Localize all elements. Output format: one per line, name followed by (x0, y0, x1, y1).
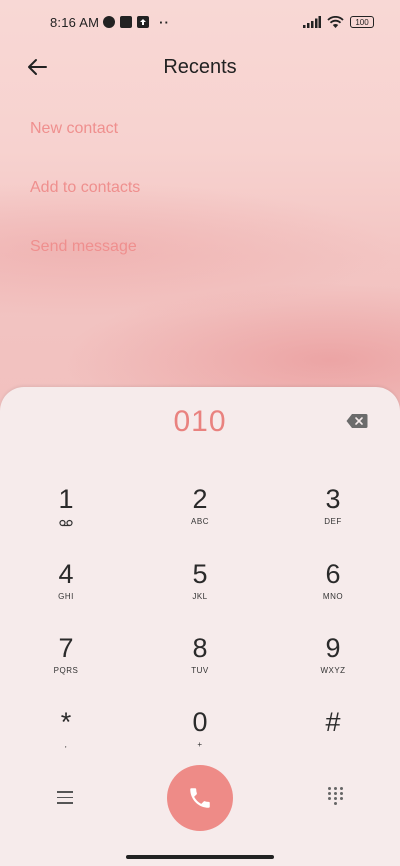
phone-icon (190, 788, 210, 808)
notification-app-icon (103, 16, 116, 28)
dialer-actions (0, 765, 400, 835)
add-to-contacts-action[interactable]: Add to contacts (30, 179, 140, 238)
signal-icon (303, 16, 321, 28)
voicemail-icon (59, 519, 73, 527)
new-contact-action[interactable]: New contact (30, 120, 140, 179)
wifi-icon (327, 16, 344, 28)
more-notifications-icon: ·· (159, 14, 170, 30)
dial-key-8[interactable]: 8 TUV (145, 633, 255, 697)
dial-key-5[interactable]: 5 JKL (145, 559, 255, 623)
app-header: Recents (0, 48, 400, 88)
dial-key-6[interactable]: 6 MNO (278, 559, 388, 623)
dial-key-star[interactable]: * , (11, 707, 121, 771)
dial-key-0[interactable]: 0 + (145, 707, 255, 771)
dial-key-3[interactable]: 3 DEF (278, 484, 388, 548)
notification-icons (103, 16, 150, 28)
dial-key-4[interactable]: 4 GHI (11, 559, 121, 623)
status-time: 8:16 AM (50, 14, 100, 30)
dialpad-icon[interactable] (328, 787, 344, 805)
dialpad-panel: 010 1 2 ABC 3 DEF 4 GHI 5 JKL 6 MNO 7 PQ… (0, 387, 400, 866)
dial-key-9[interactable]: 9 WXYZ (278, 633, 388, 697)
dial-key-2[interactable]: 2 ABC (145, 484, 255, 548)
status-bar: 8:16 AM ·· 100 (0, 0, 400, 44)
dial-key-7[interactable]: 7 PQRS (11, 633, 121, 697)
send-message-action[interactable]: Send message (30, 238, 140, 297)
dialed-number[interactable]: 010 (0, 405, 400, 439)
dial-key-hash[interactable]: # (278, 707, 388, 771)
backspace-icon[interactable] (346, 413, 368, 429)
notification-square-icon (120, 16, 133, 28)
page-title: Recents (163, 56, 237, 78)
battery-icon: 100 (350, 16, 374, 28)
hamburger-icon[interactable] (57, 791, 73, 805)
upload-icon (137, 16, 150, 28)
home-indicator[interactable] (126, 855, 274, 859)
action-menu: New contact Add to contacts Send message (30, 120, 140, 297)
dial-key-1[interactable]: 1 (11, 484, 121, 548)
call-button[interactable] (167, 765, 233, 831)
